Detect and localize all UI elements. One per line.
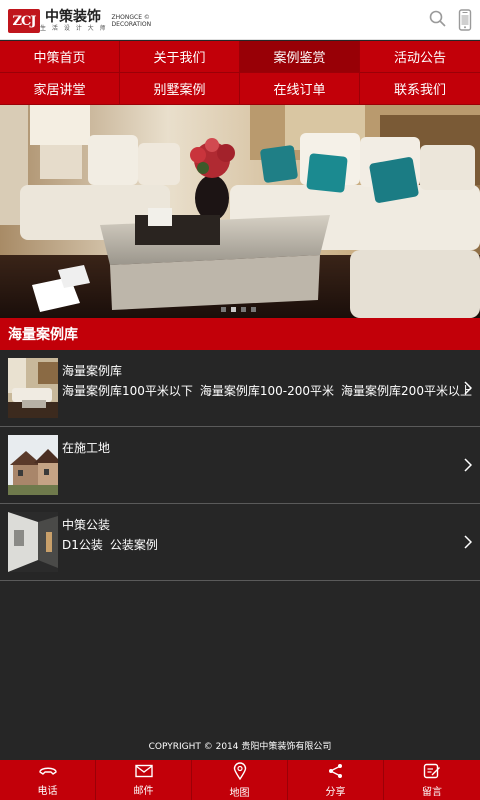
logo[interactable]: ZCJ 中策装饰 生 活 设 计 大 师 ZHONGCE © DECORATIO… [8,9,151,33]
case-list: 海量案例库 海量案例库100平米以下 海量案例库100-200平米 海量案例库2… [0,350,480,581]
tab-mail[interactable]: 邮件 [96,760,192,800]
chevron-right-icon[interactable] [464,457,473,476]
item-title: 中策公装 [62,518,111,532]
pagination-dot[interactable] [241,307,246,312]
nav-item-classroom[interactable]: 家居讲堂 [0,73,120,105]
sub-link-under-100[interactable]: 海量案例库100平米以下 [62,382,193,399]
nav-item-home[interactable]: 中策首页 [0,41,120,73]
tab-message[interactable]: 留言 [384,760,480,800]
logo-english: ZHONGCE © DECORATION [112,14,152,28]
item-sub-links: 海量案例库100平米以下 海量案例库100-200平米 海量案例库200平米以上 [62,382,472,399]
mail-icon [134,764,153,782]
app-header: ZCJ 中策装饰 生 活 设 计 大 师 ZHONGCE © DECORATIO… [0,0,480,40]
sub-link-100-200[interactable]: 海量案例库100-200平米 [200,382,334,399]
copyright-text: COPYRIGHT © 2014 贵阳中策装饰有限公司 [148,742,332,752]
pagination-dot[interactable] [221,307,226,312]
share-icon [328,763,344,783]
logo-tagline: 生 活 设 计 大 师 [40,24,108,32]
thumbnail-corridor [8,512,58,572]
item-sub-links: D1公装 公装案例 [62,536,158,553]
chevron-right-icon[interactable] [464,534,473,553]
nav-item-contact[interactable]: 联系我们 [360,73,480,105]
map-pin-icon [233,761,247,784]
item-title: 海量案例库 [62,364,123,378]
list-item-commercial[interactable]: 中策公装 D1公装 公装案例 [0,504,480,581]
sub-link-d1[interactable]: D1公装 [62,536,103,553]
thumbnail-living-room [8,358,58,418]
banner-image[interactable] [0,105,480,318]
sub-link-over-200[interactable]: 海量案例库200平米以上 [341,382,472,399]
logo-en-line-2: DECORATION [111,21,152,28]
banner-pagination [221,307,256,312]
message-icon [423,763,441,783]
thumbnail-construction-site [8,435,58,495]
tab-map[interactable]: 地图 [192,760,288,800]
logo-text: 中策装饰 生 活 设 计 大 师 [40,10,108,33]
section-title: 海量案例库 [0,318,480,350]
pagination-dot[interactable] [251,307,256,312]
bottom-tab-bar: 电话 邮件 地图 分享 留言 [0,760,480,800]
tab-label: 分享 [325,786,346,798]
nav-item-events[interactable]: 活动公告 [360,41,480,73]
tab-share[interactable]: 分享 [288,760,384,800]
tab-label: 留言 [422,786,442,798]
pagination-dot-active[interactable] [231,307,236,312]
nav-item-order[interactable]: 在线订单 [240,73,360,105]
item-title: 在施工地 [62,441,111,455]
nav-item-about[interactable]: 关于我们 [120,41,240,73]
tab-label: 地图 [229,787,250,799]
phone-icon [38,764,58,782]
search-icon[interactable] [428,9,448,33]
tab-phone[interactable]: 电话 [0,760,96,800]
list-item-case-library[interactable]: 海量案例库 海量案例库100平米以下 海量案例库100-200平米 海量案例库2… [0,350,480,427]
logo-name: 中策装饰 [45,8,101,25]
logo-en-line-1: ZHONGCE © [111,14,150,21]
sub-link-commercial-cases[interactable]: 公装案例 [110,536,158,553]
tab-label: 邮件 [133,785,154,797]
main-nav: 中策首页 关于我们 案例鉴赏 活动公告 家居讲堂 别墅案例 在线订单 联系我们 [0,41,480,105]
phone-icon[interactable] [458,9,472,35]
chevron-right-icon[interactable] [464,380,473,399]
nav-item-villa[interactable]: 别墅案例 [120,73,240,105]
list-item-construction-sites[interactable]: 在施工地 [0,427,480,504]
logo-mark: ZCJ [8,9,40,33]
tab-label: 电话 [37,785,58,797]
nav-item-cases[interactable]: 案例鉴赏 [240,41,360,73]
